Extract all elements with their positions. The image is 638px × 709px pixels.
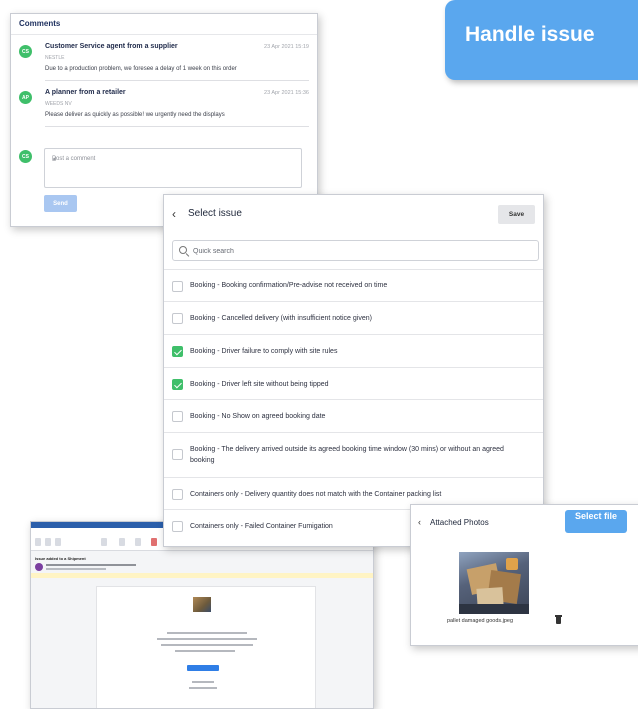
issue-checkbox[interactable] <box>172 281 183 292</box>
email-info-bar <box>31 573 373 578</box>
comment-author: A planner from a retailer <box>45 89 126 96</box>
select-file-button[interactable]: Select file <box>565 510 627 533</box>
flag-icon <box>151 538 157 546</box>
issue-option[interactable]: Booking - Driver failure to comply with … <box>164 334 543 367</box>
comments-title: Comments <box>19 19 61 28</box>
quick-search-input[interactable] <box>193 244 523 258</box>
sender-avatar <box>35 563 43 571</box>
issue-label: Booking - No Show on agreed booking date <box>190 413 326 420</box>
issue-label: Booking - Driver left site without being… <box>190 381 329 388</box>
email-text-line <box>157 638 257 640</box>
sender-line <box>46 564 136 566</box>
back-chevron-icon[interactable]: ‹ <box>418 517 421 527</box>
issue-label: Containers only - Delivery quantity does… <box>190 491 442 498</box>
email-body <box>96 586 316 708</box>
comment-item: CS Customer Service agent from a supplie… <box>19 43 309 87</box>
issue-option[interactable]: Booking - Booking confirmation/Pre-advis… <box>164 269 543 301</box>
post-comment-input[interactable]: Post a comment ◢ <box>44 148 302 188</box>
issue-checkbox-checked[interactable] <box>172 346 183 357</box>
issue-checkbox[interactable] <box>172 489 183 500</box>
comment-company: NESTLE <box>45 55 65 61</box>
email-text-line <box>192 681 214 683</box>
issue-label: Booking - Cancelled delivery (with insuf… <box>190 315 372 322</box>
ribbon-icon <box>35 538 41 546</box>
issue-checkbox-checked[interactable] <box>172 379 183 390</box>
issue-checkbox[interactable] <box>172 313 183 324</box>
issue-label: Booking - Driver failure to comply with … <box>190 348 338 355</box>
email-text-line <box>189 687 217 689</box>
divider <box>45 126 309 127</box>
issue-checkbox[interactable] <box>172 449 183 460</box>
email-notification-screenshot: Issue added to a Shipment <box>30 521 374 709</box>
photo-pallet <box>459 604 529 614</box>
email-photo-thumbnail <box>193 597 211 612</box>
attached-photos-panel: ‹ Attached Photos Select file pallet dam… <box>410 504 638 646</box>
email-action-button[interactable] <box>187 665 219 671</box>
select-issue-panel: ‹ Select issue Save Booking - Booking co… <box>163 194 544 547</box>
issue-checkbox[interactable] <box>172 411 183 422</box>
divider <box>45 80 309 81</box>
issue-option[interactable]: Booking - Cancelled delivery (with insuf… <box>164 301 543 334</box>
email-text-line <box>167 632 247 634</box>
trash-icon[interactable] <box>555 615 562 624</box>
email-subject: Issue added to a Shipment <box>35 556 86 561</box>
issue-label: Booking - Booking confirmation/Pre-advis… <box>190 282 388 289</box>
issue-label: Booking - The delivery arrived outside i… <box>190 446 504 464</box>
issue-option[interactable]: Booking - Driver left site without being… <box>164 367 543 399</box>
comment-company: WEEDS NV <box>45 101 72 107</box>
comment-timestamp: 23 Apr 2021 15:19 <box>264 44 309 50</box>
comment-message: Due to a production problem, we foresee … <box>45 66 237 72</box>
issue-option[interactable]: Booking - The delivery arrived outside i… <box>164 432 543 477</box>
back-chevron-icon[interactable]: ‹ <box>172 207 176 221</box>
panel-title: Attached Photos <box>430 518 489 527</box>
comment-author: Customer Service agent from a supplier <box>45 43 178 50</box>
ribbon-icon <box>101 538 107 546</box>
attached-photo[interactable] <box>459 552 529 614</box>
handle-issue-banner: Handle issue <box>445 0 638 80</box>
trash-can <box>556 617 561 624</box>
save-button[interactable]: Save <box>498 205 535 224</box>
current-user-avatar: CS <box>19 150 32 163</box>
ribbon-icon <box>45 538 51 546</box>
comment-message: Please deliver as quickly as possible! w… <box>45 112 225 118</box>
comment-timestamp: 23 Apr 2021 15:36 <box>264 90 309 96</box>
divider <box>11 34 317 35</box>
send-button[interactable]: Send <box>44 195 77 212</box>
issue-option[interactable]: Booking - No Show on agreed booking date <box>164 399 543 432</box>
photo-box <box>506 558 518 570</box>
ribbon-icon <box>119 538 125 546</box>
search-icon <box>179 246 187 254</box>
issue-checkbox[interactable] <box>172 521 183 532</box>
avatar: CS <box>19 45 32 58</box>
ribbon-icon <box>135 538 141 546</box>
resize-handle-icon[interactable]: ◢ <box>52 156 299 185</box>
photo-file-name: pallet damaged goods.jpeg <box>447 618 514 624</box>
sender-line <box>46 568 106 570</box>
ribbon-icon <box>55 538 61 546</box>
email-text-line <box>161 644 253 646</box>
panel-title: Select issue <box>188 208 242 219</box>
avatar: AP <box>19 91 32 104</box>
comment-item: AP A planner from a retailer WEEDS NV 23… <box>19 89 309 133</box>
email-text-line <box>175 650 235 652</box>
quick-search-field <box>172 240 539 261</box>
banner-text: Handle issue <box>465 23 595 46</box>
